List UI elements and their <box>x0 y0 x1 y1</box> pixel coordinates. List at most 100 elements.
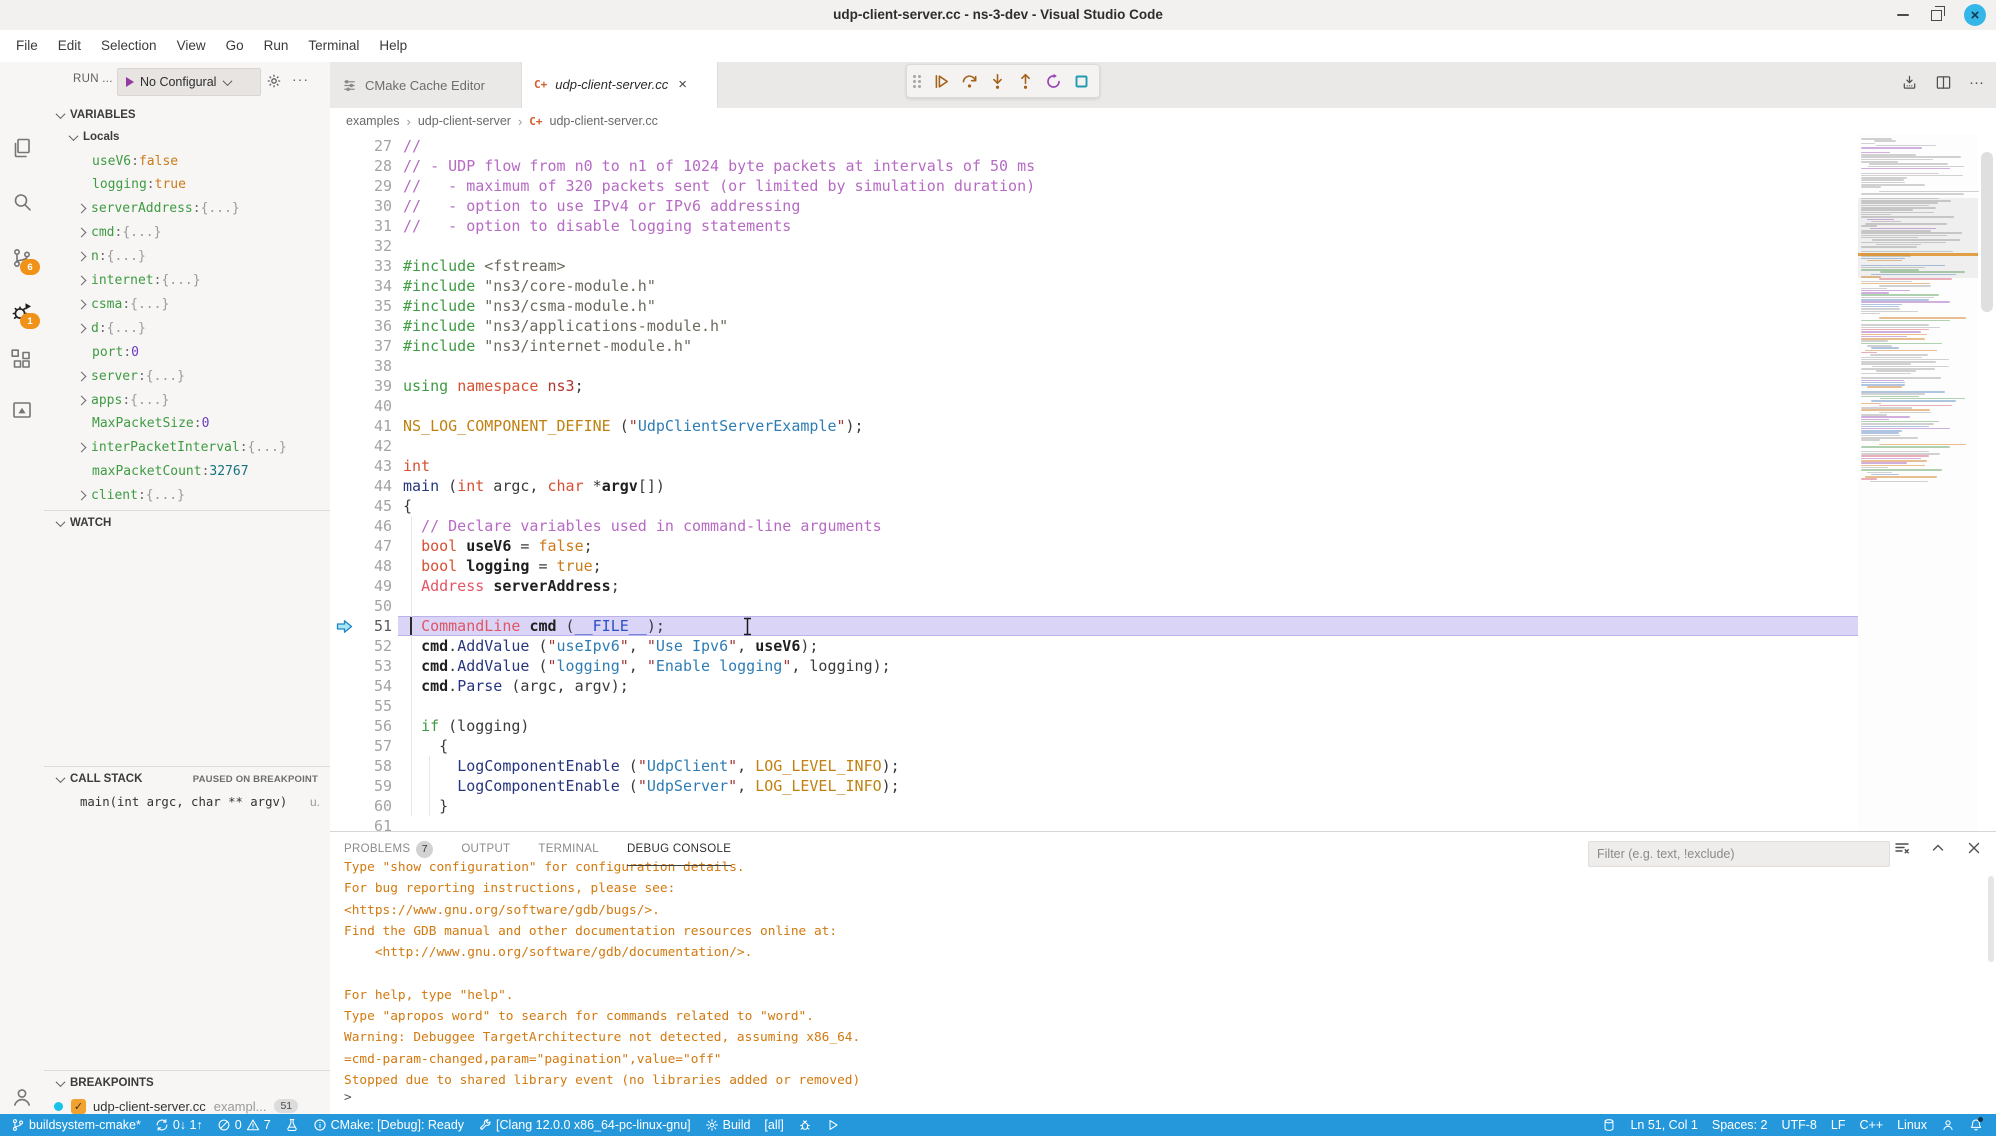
minimize-icon[interactable] <box>1897 14 1909 16</box>
code-line-30[interactable]: // - option to use IPv4 or IPv6 addressi… <box>403 196 800 216</box>
code-line-56[interactable]: if (logging) <box>403 716 529 736</box>
more-actions-icon[interactable]: ··· <box>1969 74 1984 91</box>
status-cursor-position[interactable]: Ln 51, Col 1 <box>1623 1114 1704 1136</box>
status-build-target[interactable]: [all] <box>757 1114 790 1136</box>
status-indentation[interactable]: Spaces: 2 <box>1705 1114 1775 1136</box>
line-number[interactable]: 48 <box>330 556 392 576</box>
panel-tab-output[interactable]: OUTPUT <box>461 832 510 867</box>
code-line-41[interactable]: NS_LOG_COMPONENT_DEFINE ("UdpClientServe… <box>403 416 864 436</box>
step-into-button[interactable] <box>987 71 1007 91</box>
variable-row-interPacketInterval[interactable]: interPacketInterval: {...} <box>44 436 330 460</box>
status-encoding[interactable]: UTF-8 <box>1774 1114 1823 1136</box>
toolbar-drag-handle[interactable] <box>913 75 921 88</box>
status-cmake-status[interactable]: CMake: [Debug]: Ready <box>306 1114 471 1136</box>
code-line-60[interactable]: } <box>403 796 448 816</box>
panel-tab-problems[interactable]: PROBLEMS7 <box>344 832 433 867</box>
console-filter-input[interactable] <box>1588 841 1890 867</box>
code-line-47[interactable]: bool useV6 = false; <box>403 536 593 556</box>
extensions-icon[interactable] <box>10 348 34 372</box>
call-stack-frame[interactable]: main(int argc, char ** argv) u. <box>44 790 330 814</box>
code-line-59[interactable]: LogComponentEnable ("UdpServer", LOG_LEV… <box>403 776 900 796</box>
line-number[interactable]: 41 <box>330 416 392 436</box>
line-number[interactable]: 47 <box>330 536 392 556</box>
editor-scrollbar[interactable] <box>1978 134 1996 831</box>
variable-row-internet[interactable]: internet: {...} <box>44 269 330 293</box>
line-number[interactable]: 55 <box>330 696 392 716</box>
variable-row-apps[interactable]: apps: {...} <box>44 388 330 412</box>
line-number[interactable]: 37 <box>330 336 392 356</box>
line-number[interactable]: 57 <box>330 736 392 756</box>
account-icon[interactable] <box>10 1085 34 1109</box>
step-over-button[interactable] <box>959 71 979 91</box>
menu-file[interactable]: File <box>6 30 48 62</box>
locals-scope-header[interactable]: Locals <box>44 125 330 149</box>
line-number[interactable]: 35 <box>330 296 392 316</box>
variable-row-MaxPacketSize[interactable]: MaxPacketSize: 0 <box>44 412 330 436</box>
code-line-44[interactable]: main (int argc, char *argv[]) <box>403 476 665 496</box>
variable-row-serverAddress[interactable]: serverAddress: {...} <box>44 197 330 221</box>
menu-edit[interactable]: Edit <box>48 30 91 62</box>
breadcrumb-file[interactable]: udp-client-server.cc <box>550 114 658 128</box>
source-control-icon[interactable]: 6 <box>10 246 34 270</box>
variable-row-maxPacketCount[interactable]: maxPacketCount: 32767 <box>44 460 330 484</box>
status-ctest[interactable] <box>278 1114 306 1136</box>
watch-section-header[interactable]: WATCH <box>44 511 330 535</box>
variable-row-port[interactable]: port: 0 <box>44 340 330 364</box>
line-number[interactable]: 38 <box>330 356 392 376</box>
code-line-45[interactable]: { <box>403 496 412 516</box>
code-line-28[interactable]: // - UDP flow from n0 to n1 of 1024 byte… <box>403 156 1035 176</box>
search-icon[interactable] <box>10 190 34 214</box>
line-number[interactable]: 56 <box>330 716 392 736</box>
code-line-54[interactable]: cmd.Parse (argc, argv); <box>403 676 629 696</box>
line-number[interactable]: 54 <box>330 676 392 696</box>
cmake-tools-icon[interactable] <box>10 398 34 422</box>
code-line-31[interactable]: // - option to disable logging statement… <box>403 216 791 236</box>
line-number[interactable]: 42 <box>330 436 392 456</box>
line-number[interactable]: 61 <box>330 816 392 831</box>
variable-row-logging[interactable]: logging: true <box>44 173 330 197</box>
line-number[interactable]: 34 <box>330 276 392 296</box>
line-number[interactable]: 28 <box>330 156 392 176</box>
restore-icon[interactable] <box>1931 10 1942 21</box>
line-number[interactable]: 45 <box>330 496 392 516</box>
status-feedback[interactable] <box>1934 1114 1962 1136</box>
panel-tab-debug-console[interactable]: DEBUG CONSOLE <box>627 832 731 867</box>
line-number[interactable]: 36 <box>330 316 392 336</box>
maximize-panel-icon[interactable] <box>1930 840 1946 856</box>
tab-close-icon[interactable]: × <box>678 76 687 93</box>
status-notifications[interactable] <box>1962 1114 1990 1136</box>
line-number[interactable]: 33 <box>330 256 392 276</box>
code-line-27[interactable]: // <box>403 136 421 156</box>
status-build[interactable]: Build <box>698 1114 758 1136</box>
code-line-29[interactable]: // - maximum of 320 packets sent (or lim… <box>403 176 1035 196</box>
line-number[interactable]: 32 <box>330 236 392 256</box>
code-line-51[interactable]: CommandLine cmd (__FILE__); <box>403 616 665 636</box>
status-db[interactable] <box>1595 1114 1623 1136</box>
call-stack-section-header[interactable]: CALL STACK PAUSED ON BREAKPOINT <box>44 767 330 791</box>
status-language[interactable]: C++ <box>1852 1114 1890 1136</box>
stop-button[interactable] <box>1071 71 1091 91</box>
code-line-49[interactable]: Address serverAddress; <box>403 576 620 596</box>
line-number[interactable]: 52 <box>330 636 392 656</box>
minimap-slider[interactable] <box>1858 198 1978 279</box>
code-line-57[interactable]: { <box>403 736 448 756</box>
breadcrumb-examples[interactable]: examples <box>346 114 400 128</box>
code-editor[interactable]: 2728293031323334353637383940414243444546… <box>330 134 1996 831</box>
minimap[interactable] <box>1858 134 1978 831</box>
variable-row-d[interactable]: d: {...} <box>44 316 330 340</box>
code-line-35[interactable]: #include "ns3/csma-module.h" <box>403 296 656 316</box>
status-kit[interactable]: [Clang 12.0.0 x86_64-pc-linux-gnu] <box>471 1114 698 1136</box>
status-sync[interactable]: 0↓ 1↑ <box>148 1114 210 1136</box>
menu-terminal[interactable]: Terminal <box>298 30 369 62</box>
status-problems[interactable]: 07 <box>210 1114 278 1136</box>
line-number[interactable]: 44 <box>330 476 392 496</box>
scrollbar-thumb[interactable] <box>1981 152 1993 312</box>
code-line-36[interactable]: #include "ns3/applications-module.h" <box>403 316 728 336</box>
close-icon[interactable]: × <box>1964 4 1986 26</box>
line-number[interactable]: 58 <box>330 756 392 776</box>
panel-scrollbar[interactable] <box>1988 876 1994 962</box>
start-debug-icon[interactable] <box>126 77 134 87</box>
code-line-58[interactable]: LogComponentEnable ("UdpClient", LOG_LEV… <box>403 756 900 776</box>
run-or-install-icon[interactable] <box>1901 74 1918 91</box>
line-number[interactable]: 29 <box>330 176 392 196</box>
